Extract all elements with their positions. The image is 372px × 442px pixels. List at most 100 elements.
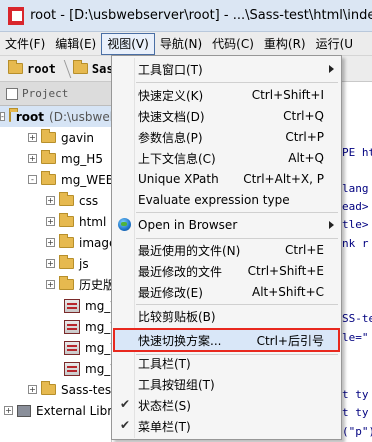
menu-item-shortcut: Ctrl+P [285,130,324,144]
project-tree: - root (D:\usbwebserver\root) + gavin + … [0,106,111,442]
tree-item-label: html [79,214,107,229]
menu-item-menu-bar[interactable]: ✔ 菜单栏(T) [113,415,340,437]
view-menu-dropdown: 工具窗口(T) 快速定义(K) Ctrl+Shift+I 快速文档(D) Ctr… [111,55,342,440]
library-icon [17,404,31,417]
menu-item-tool-windows[interactable]: 工具窗口(T) [113,58,340,80]
expand-icon[interactable]: + [28,385,37,394]
code-fragment: ("p") [342,425,372,438]
file-icon [64,340,80,355]
menu-item-label: 状态栏(S) [138,398,191,413]
breadcrumb-root-label: root [27,61,56,76]
menu-item-open-in-browser[interactable]: Open in Browser [113,214,340,236]
expand-icon[interactable]: + [4,406,13,415]
folder-icon [8,60,23,74]
tree-item-root[interactable]: - root (D:\usbwebserver\root) [0,106,111,127]
menu-item-quick-documentation[interactable]: 快速文档(D) Ctrl+Q [113,105,340,127]
menu-item-quick-switch-scheme[interactable]: 快速切换方案... Ctrl+后引号 [113,328,340,352]
expand-icon[interactable]: + [28,154,37,163]
menu-item-unique-xpath[interactable]: Unique XPath Ctrl+Alt+X, P [113,168,340,190]
expand-icon[interactable]: + [46,217,55,226]
menu-item-status-bar[interactable]: ✔ 状态栏(S) [113,394,340,416]
menu-item-recent-changes[interactable]: 最近修改(E) Alt+Shift+C [113,281,340,303]
menu-edit[interactable]: 编辑(E) [50,33,101,55]
tree-item-js[interactable]: + js [46,253,89,274]
project-pane-title: Project [22,87,69,100]
tree-item-label: mg_WEB [61,172,111,187]
menu-item-shortcut: Ctrl+E [285,243,324,257]
menu-item-label: 上下文信息(C) [138,151,216,166]
menu-item-shortcut: Ctrl+Alt+X, P [243,172,324,186]
project-pane-header[interactable]: Project [0,82,111,106]
tree-item-html[interactable]: + html [46,211,106,232]
menu-item-label: 快速定义(K) [138,88,204,103]
menu-bar: 文件(F) 编辑(E) 视图(V) 导航(N) 代码(C) 重构(R) 运行(U [0,32,372,56]
tree-item-file[interactable]: mg_WEB2 [64,316,111,337]
menu-view[interactable]: 视图(V) [101,32,155,55]
tree-item-file[interactable]: mg_WEB4 [64,358,111,379]
menu-item-label: Unique XPath [138,172,219,186]
menu-item-recently-changed-files[interactable]: 最近修改的文件 Ctrl+Shift+E [113,260,340,282]
folder-icon [72,60,88,74]
menu-item-context-info[interactable]: 上下文信息(C) Alt+Q [113,147,340,169]
menu-separator [136,82,338,83]
menu-navigate[interactable]: 导航(N) [155,33,207,55]
code-fragment: lang [342,182,369,195]
checkmark-icon: ✔ [120,418,131,432]
file-icon [64,298,80,313]
tree-item-mg-h5[interactable]: + mg_H5 [28,148,103,169]
breadcrumb-root[interactable]: root [8,60,56,76]
tree-item-images[interactable]: + images [46,232,111,253]
menu-code[interactable]: 代码(C) [207,33,259,55]
expand-icon[interactable]: + [46,280,55,289]
collapse-icon[interactable]: - [28,175,37,184]
file-icon [64,319,80,334]
menu-item-parameter-info[interactable]: 参数信息(P) Ctrl+P [113,126,340,148]
collapse-icon[interactable]: - [0,112,5,121]
tree-item-label: mg_WEB2 [85,319,111,334]
menu-item-toolbar[interactable]: 工具栏(T) [113,352,340,374]
menu-item-evaluate-expression-type[interactable]: Evaluate expression type [113,189,340,211]
tree-item-history[interactable]: + 历史版本 [46,274,111,295]
tree-item-label: Sass-test [61,382,111,397]
expand-icon[interactable]: + [46,196,55,205]
tree-item-label: images [79,235,111,250]
menu-item-shortcut: Alt+Q [288,151,324,165]
menu-item-quick-definition[interactable]: 快速定义(K) Ctrl+Shift+I [113,84,340,106]
tree-item-mg-web[interactable]: - mg_WEB [28,169,111,190]
menu-item-tool-buttons[interactable]: 工具按钮组(T) [113,373,340,395]
menu-run[interactable]: 运行(U [311,33,358,55]
menu-item-shortcut: Ctrl+Shift+E [247,264,324,278]
tree-item-label: root [15,109,45,124]
tree-item-label: mg_WEB4 [85,361,111,376]
submenu-arrow-icon [329,65,334,73]
checkmark-icon: ✔ [120,397,131,411]
breadcrumb-separator [55,59,72,78]
tree-item-external-libraries[interactable]: + External Libraries [4,400,111,421]
menu-file[interactable]: 文件(F) [0,33,50,55]
tree-item-label: 历史版本 [79,278,111,292]
expand-icon[interactable]: + [28,133,37,142]
expand-icon[interactable]: + [46,238,55,247]
code-fragment: tle> [342,218,369,231]
folder-icon [59,213,74,227]
tree-item-gavin[interactable]: + gavin [28,127,94,148]
code-fragment: ead> [342,200,369,213]
menu-item-label: 快速文档(D) [138,109,205,124]
expand-icon[interactable]: + [46,259,55,268]
menu-item-label: 比较剪贴板(B) [138,309,216,324]
tree-item-label: External Libraries [36,403,111,418]
tree-item-sass-test[interactable]: + Sass-test [28,379,111,400]
folder-icon [8,108,18,122]
code-fragment: le=" [342,331,369,344]
tree-item-file[interactable]: mg_WEB3 [64,337,111,358]
folder-icon [41,381,56,395]
menu-item-shortcut: Alt+Shift+C [251,285,324,299]
tree-item-file[interactable]: mg_WEB1 [64,295,111,316]
folder-icon [41,129,56,143]
menu-item-label: 快速切换方案... [138,333,222,348]
menu-item-recent-files[interactable]: 最近使用的文件(N) Ctrl+E [113,239,340,261]
menu-item-compare-clipboard[interactable]: 比较剪贴板(B) [113,305,340,327]
menu-refactor[interactable]: 重构(R) [259,33,311,55]
tree-item-css[interactable]: + css [46,190,98,211]
menu-item-shortcut: Ctrl+后引号 [256,333,324,348]
